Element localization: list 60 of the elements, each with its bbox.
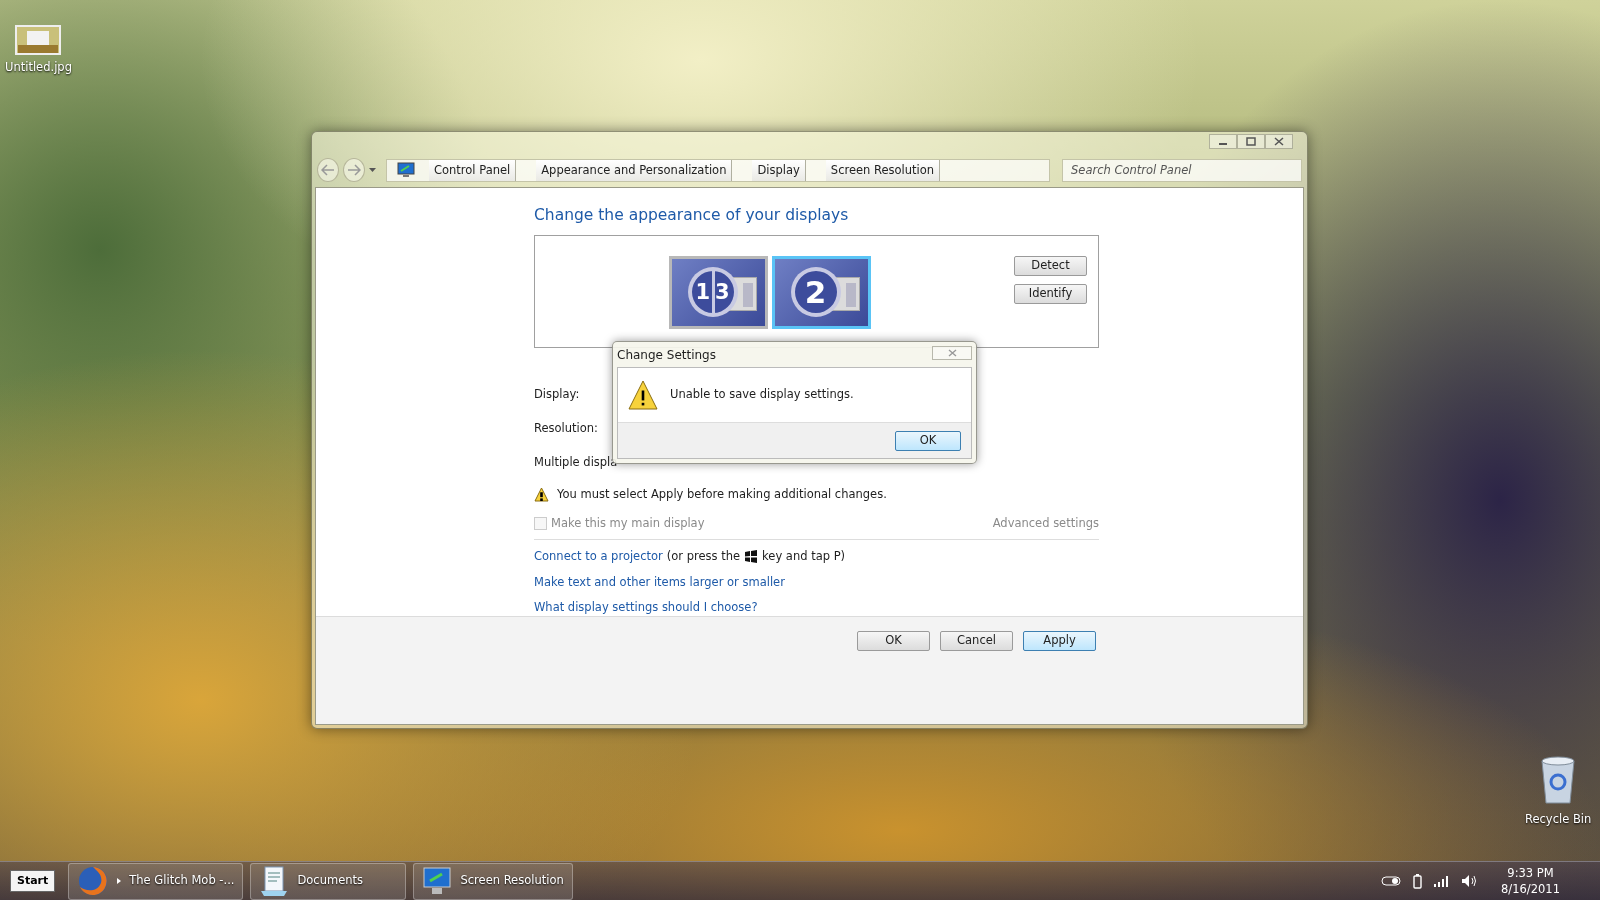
breadcrumb[interactable]: Control Panel bbox=[429, 159, 517, 181]
field-label: Resolution: bbox=[534, 420, 598, 438]
field-label: Multiple displa bbox=[534, 454, 618, 472]
panel-button[interactable]: Detect bbox=[1014, 255, 1087, 276]
dialog-message: Unable to save display settings. bbox=[670, 386, 854, 404]
ok-button[interactable]: OK bbox=[895, 430, 961, 451]
warning-icon bbox=[534, 486, 549, 502]
monitor-icon bbox=[422, 866, 453, 896]
checkbox-label: Make this my main display bbox=[551, 515, 705, 532]
warning-text: You must select Apply before making additional changes. bbox=[557, 485, 887, 503]
taskbar-button[interactable]: The Glitch Mob -... bbox=[68, 862, 244, 900]
desktop-icon-label[interactable]: Recycle Bin bbox=[1525, 811, 1592, 829]
monitor-number: 2 bbox=[804, 276, 827, 308]
clock-time: 9:33 PM bbox=[1507, 864, 1554, 881]
globe-icon bbox=[77, 865, 110, 897]
address-bar[interactable]: Control Panel Appearance and Personalization Display Screen Resolution bbox=[386, 158, 1050, 182]
close-icon bbox=[947, 348, 957, 357]
taskbar-button[interactable]: Screen Resolution bbox=[413, 862, 573, 900]
caret-icon bbox=[117, 878, 122, 884]
monitor-tile[interactable]: 2 bbox=[772, 255, 871, 329]
dialog-button[interactable]: Cancel bbox=[940, 631, 1013, 651]
dialog-button[interactable]: OK bbox=[857, 631, 930, 651]
field-label: Display: bbox=[534, 386, 580, 404]
speaker-icon[interactable] bbox=[1461, 874, 1478, 888]
dialog-title: Change Settings bbox=[617, 346, 716, 364]
search-field[interactable]: Search Control Panel bbox=[1062, 158, 1302, 182]
breadcrumb[interactable]: Screen Resolution bbox=[825, 159, 941, 181]
forward-arrow-icon bbox=[347, 164, 361, 177]
help-note: key and tap P) bbox=[762, 548, 846, 566]
monitor-number: 3 bbox=[715, 281, 730, 303]
dialog-button[interactable]: Apply bbox=[1023, 631, 1096, 651]
maximize-icon bbox=[1245, 137, 1257, 146]
image-file-icon[interactable] bbox=[15, 25, 62, 55]
close-button[interactable] bbox=[1265, 134, 1293, 149]
monitor-number: 1 bbox=[695, 281, 710, 303]
breadcrumb[interactable]: Display bbox=[752, 159, 806, 181]
signal-bars-icon[interactable] bbox=[1434, 875, 1450, 887]
start-button[interactable]: Start bbox=[10, 869, 56, 893]
minimize-button[interactable] bbox=[1209, 134, 1237, 149]
help-link[interactable]: Make text and other items larger or smaller bbox=[534, 573, 785, 591]
help-note: (or press the bbox=[666, 548, 741, 566]
close-icon bbox=[1273, 137, 1285, 146]
monitor-tile[interactable]: 1 3 bbox=[669, 255, 768, 329]
page-heading: Change the appearance of your displays bbox=[534, 206, 850, 225]
maximize-button[interactable] bbox=[1237, 134, 1265, 149]
clock-date: 8/16/2011 bbox=[1501, 881, 1560, 898]
computer-icon bbox=[397, 162, 415, 179]
document-icon bbox=[259, 865, 290, 897]
taskbar-button[interactable]: Documents bbox=[250, 862, 407, 900]
back-arrow-icon bbox=[321, 164, 335, 177]
panel-button[interactable]: Identify bbox=[1014, 283, 1087, 304]
clock[interactable]: 9:33 PM 8/16/2011 bbox=[1501, 864, 1560, 898]
warning-icon bbox=[628, 380, 658, 410]
caret-icon[interactable] bbox=[369, 167, 376, 173]
battery-icon[interactable] bbox=[1413, 873, 1423, 889]
help-link[interactable]: Connect to a projector bbox=[534, 548, 663, 566]
breadcrumb[interactable]: Appearance and Personalization bbox=[536, 159, 733, 181]
toggle-icon[interactable] bbox=[1381, 876, 1402, 886]
help-link[interactable]: What display settings should I choose? bbox=[534, 598, 758, 616]
windows-logo-icon bbox=[744, 550, 759, 564]
